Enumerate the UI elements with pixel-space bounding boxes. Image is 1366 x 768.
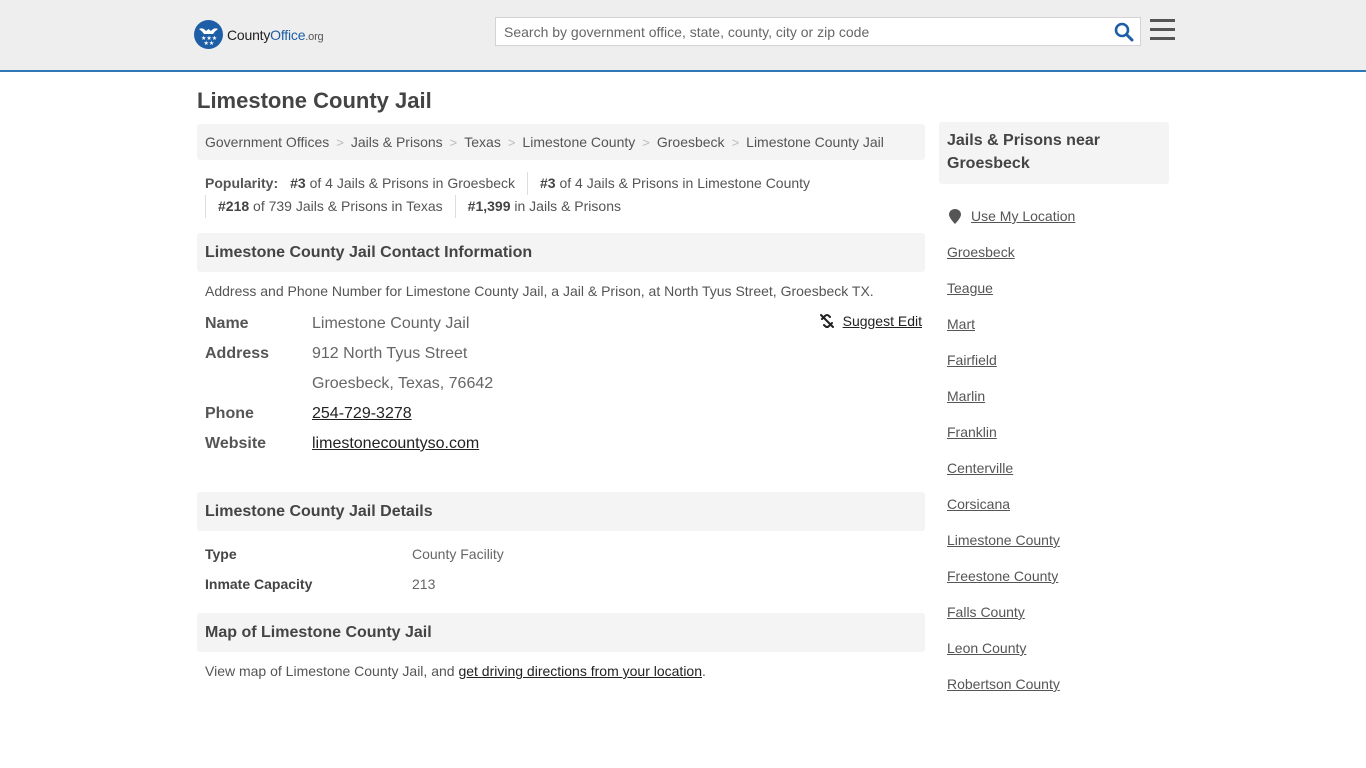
- sidebar-item: Robertson County: [947, 666, 1169, 702]
- map-heading: Map of Limestone County Jail: [197, 613, 925, 652]
- breadcrumb-item[interactable]: Limestone County: [522, 134, 635, 150]
- breadcrumb-separator: >: [507, 134, 516, 150]
- sidebar-item: Mart: [947, 306, 1169, 342]
- details-heading: Limestone County Jail Details: [197, 492, 925, 531]
- main-content: Government Offices > Jails & Prisons > T…: [197, 124, 925, 679]
- breadcrumb-item[interactable]: Groesbeck: [657, 134, 725, 150]
- sidebar-item: Freestone County: [947, 558, 1169, 594]
- sidebar-heading: Jails & Prisons near Groesbeck: [939, 122, 1169, 184]
- sidebar: Jails & Prisons near Groesbeck Use My Lo…: [939, 122, 1169, 702]
- details-row: Type County Facility: [197, 539, 925, 569]
- nearby-link[interactable]: Limestone County: [947, 532, 1060, 548]
- sidebar-item: Falls County: [947, 594, 1169, 630]
- contact-info: Suggest Edit Name Limestone County Jail …: [197, 299, 925, 459]
- nearby-link[interactable]: Teague: [947, 280, 993, 296]
- page-title: Limestone County Jail: [197, 88, 432, 113]
- nearby-link[interactable]: Groesbeck: [947, 244, 1015, 260]
- popularity-item: #3 of 4 Jails & Prisons in Groesbeck: [290, 172, 529, 195]
- use-location-item: Use My Location: [947, 198, 1169, 234]
- sidebar-item: Limestone County: [947, 522, 1169, 558]
- nearby-link[interactable]: Corsicana: [947, 496, 1010, 512]
- nearby-link[interactable]: Mart: [947, 316, 975, 332]
- contact-description: Address and Phone Number for Limestone C…: [205, 283, 874, 299]
- search-icon: [1114, 22, 1134, 42]
- sidebar-item: Groesbeck: [947, 234, 1169, 270]
- sidebar-item: Marlin: [947, 378, 1169, 414]
- nearby-link[interactable]: Franklin: [947, 424, 997, 440]
- popularity-item: #3 of 4 Jails & Prisons in Limestone Cou…: [540, 175, 811, 191]
- nearby-link[interactable]: Freestone County: [947, 568, 1058, 584]
- contact-heading: Limestone County Jail Contact Informatio…: [197, 233, 925, 272]
- nearby-link[interactable]: Centerville: [947, 460, 1013, 476]
- contact-row-website: Website limestonecountyso.com: [205, 429, 917, 459]
- hamburger-menu-icon[interactable]: [1150, 19, 1175, 41]
- nearby-link[interactable]: Fairfield: [947, 352, 997, 368]
- map-pin-icon: [949, 208, 961, 224]
- contact-row-name: Name Limestone County Jail: [205, 309, 917, 339]
- driving-directions-link[interactable]: get driving directions from your locatio…: [458, 663, 702, 679]
- phone-link[interactable]: 254-729-3278: [312, 405, 412, 422]
- eagle-logo-icon: ★★★ ★★: [194, 20, 223, 49]
- map-description: View map of Limestone County Jail, and g…: [205, 663, 706, 679]
- unlink-icon: [819, 314, 834, 328]
- address-line1: 912 North Tyus Street: [312, 345, 468, 362]
- top-header: ★★★ ★★ CountyOffice.org: [0, 0, 1366, 72]
- breadcrumb-separator: >: [731, 134, 740, 150]
- contact-row-phone: Phone 254-729-3278: [205, 399, 917, 429]
- suggest-edit-link[interactable]: Suggest Edit: [819, 313, 922, 329]
- sidebar-item: Centerville: [947, 450, 1169, 486]
- nearby-list: Use My Location Groesbeck Teague Mart Fa…: [939, 184, 1169, 702]
- contact-row-address: Address 912 North Tyus Street: [205, 339, 917, 369]
- nearby-link[interactable]: Robertson County: [947, 676, 1060, 692]
- search-input[interactable]: [496, 18, 1096, 45]
- name-label: Name: [205, 315, 249, 332]
- address-label: Address: [205, 345, 270, 362]
- contact-row-address2: Groesbeck, Texas, 76642: [205, 369, 917, 399]
- sidebar-item: Teague: [947, 270, 1169, 306]
- details-row: Inmate Capacity 213: [197, 569, 925, 599]
- breadcrumb-item[interactable]: Government Offices: [205, 134, 329, 150]
- breadcrumb-separator: >: [449, 134, 458, 150]
- address-line2: Groesbeck, Texas, 76642: [312, 375, 494, 392]
- popularity-label: Popularity:: [205, 175, 279, 191]
- use-my-location-link[interactable]: Use My Location: [971, 208, 1075, 224]
- nearby-link[interactable]: Falls County: [947, 604, 1025, 620]
- search-button[interactable]: [1114, 22, 1134, 42]
- search-box: [495, 17, 1141, 46]
- breadcrumb: Government Offices > Jails & Prisons > T…: [197, 124, 925, 160]
- breadcrumb-item[interactable]: Jails & Prisons: [351, 134, 443, 150]
- popularity-item: #218 of 739 Jails & Prisons in Texas: [205, 195, 456, 218]
- svg-text:★★: ★★: [204, 40, 215, 47]
- detail-value: 213: [412, 576, 436, 592]
- sidebar-item: Fairfield: [947, 342, 1169, 378]
- nearby-link[interactable]: Marlin: [947, 388, 985, 404]
- detail-label: Type: [205, 546, 237, 562]
- breadcrumb-separator: >: [642, 134, 650, 150]
- website-label: Website: [205, 435, 267, 452]
- phone-label: Phone: [205, 405, 254, 422]
- website-link[interactable]: limestonecountyso.com: [312, 435, 479, 452]
- nearby-link[interactable]: Leon County: [947, 640, 1026, 656]
- popularity: Popularity: #3 of 4 Jails & Prisons in G…: [197, 160, 925, 218]
- popularity-item: #1,399 in Jails & Prisons: [467, 198, 621, 214]
- sidebar-item: Leon County: [947, 630, 1169, 666]
- sidebar-item: Franklin: [947, 414, 1169, 450]
- breadcrumb-separator: >: [336, 134, 344, 150]
- detail-label: Inmate Capacity: [205, 576, 313, 592]
- sidebar-item: Corsicana: [947, 486, 1169, 522]
- breadcrumb-item[interactable]: Texas: [464, 134, 501, 150]
- logo-text: CountyOffice.org: [227, 26, 324, 43]
- breadcrumb-current[interactable]: Limestone County Jail: [746, 134, 884, 150]
- site-logo[interactable]: ★★★ ★★ CountyOffice.org: [194, 20, 324, 49]
- detail-value: County Facility: [412, 546, 504, 562]
- name-value: Limestone County Jail: [312, 315, 470, 332]
